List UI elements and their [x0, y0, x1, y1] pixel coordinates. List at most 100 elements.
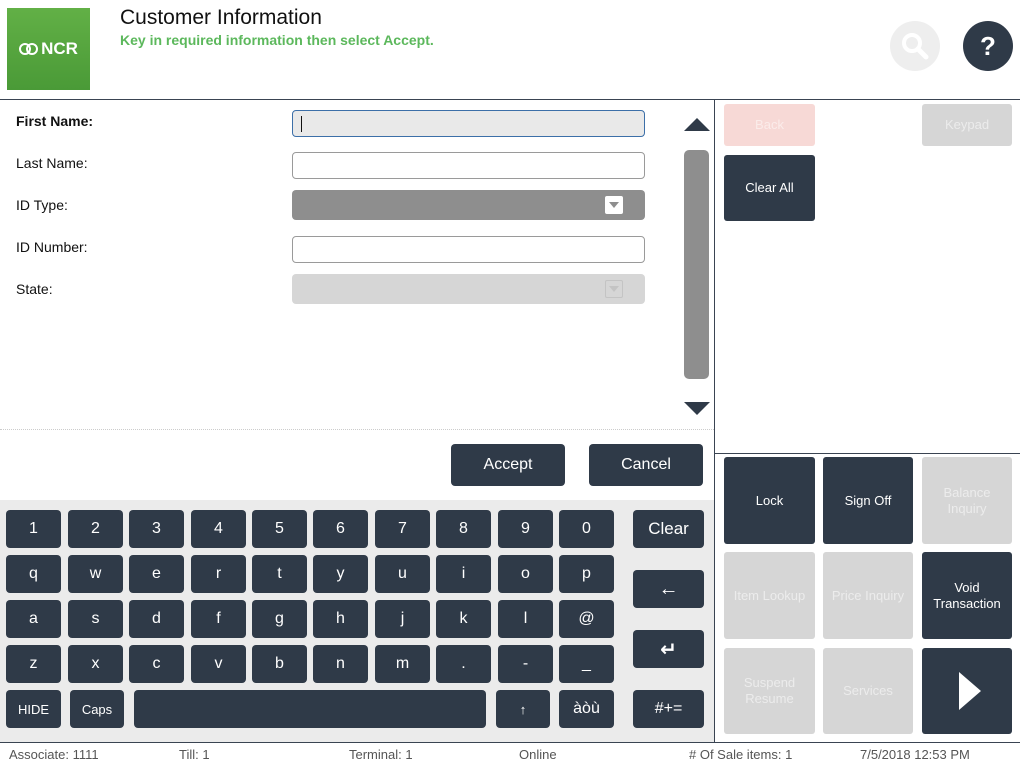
clear-all-button[interactable]: Clear All: [724, 155, 815, 221]
key-4-row-4[interactable]: v: [191, 645, 246, 683]
key-6-row-2[interactable]: y: [313, 555, 368, 593]
cancel-button[interactable]: Cancel: [589, 444, 703, 486]
void-transaction-button[interactable]: Void Transaction: [922, 552, 1012, 639]
key-3-row-2[interactable]: e: [129, 555, 184, 593]
key-symbols[interactable]: #+=: [633, 690, 704, 728]
key-2-row-1[interactable]: 2: [68, 510, 123, 548]
text-caret: [301, 116, 302, 132]
dropdown-arrow-icon: [605, 280, 623, 298]
item-lookup-button[interactable]: Item Lookup: [724, 552, 815, 639]
key-8-row-3[interactable]: k: [436, 600, 491, 638]
id-number-input[interactable]: [292, 236, 645, 263]
key-hide[interactable]: HIDE: [6, 690, 61, 728]
terminal-status: Terminal: 1: [349, 747, 413, 762]
key-10-row-1[interactable]: 0: [559, 510, 614, 548]
first-name-label: First Name:: [16, 113, 94, 129]
backspace-icon[interactable]: ←: [633, 570, 704, 608]
key-5-row-4[interactable]: b: [252, 645, 307, 683]
last-name-input[interactable]: [292, 152, 645, 179]
scroll-up-arrow-icon[interactable]: [684, 118, 710, 131]
balance-inquiry-button[interactable]: Balance Inquiry: [922, 457, 1012, 544]
on-screen-keyboard: 1 2 3 4 5 6 7 8 9 0 q w e r t y u i o p a s d f g h j k l @ z x c v b n m. - _…: [0, 500, 714, 742]
back-button[interactable]: Back: [724, 104, 815, 146]
key-6-row-4[interactable]: n: [313, 645, 368, 683]
key-8-row-2[interactable]: i: [436, 555, 491, 593]
sign-off-button[interactable]: Sign Off: [823, 457, 913, 544]
key-7-row-1[interactable]: 7: [375, 510, 430, 548]
key-9-row-1[interactable]: 9: [498, 510, 553, 548]
key-3-row-1[interactable]: 3: [129, 510, 184, 548]
page-title: Customer Information: [120, 6, 322, 29]
logo-text: NCR: [41, 39, 78, 58]
key-10-row-4[interactable]: _: [559, 645, 614, 683]
key-7-row-4[interactable]: m: [375, 645, 430, 683]
key-1-row-4[interactable]: z: [6, 645, 61, 683]
key-9-row-2[interactable]: o: [498, 555, 553, 593]
next-page-button[interactable]: [922, 648, 1012, 734]
key-clear[interactable]: Clear: [633, 510, 704, 548]
enter-icon[interactable]: ↵: [633, 630, 704, 668]
key-9-row-3[interactable]: l: [498, 600, 553, 638]
panel-separator: [714, 100, 715, 742]
help-icon: ?: [980, 30, 996, 61]
key-2-row-2[interactable]: w: [68, 555, 123, 593]
connection-status: Online: [519, 747, 557, 762]
key-8-row-1[interactable]: 8: [436, 510, 491, 548]
key-9-row-4[interactable]: -: [498, 645, 553, 683]
key-1-row-2[interactable]: q: [6, 555, 61, 593]
key-1-row-3[interactable]: a: [6, 600, 61, 638]
lock-button[interactable]: Lock: [724, 457, 815, 544]
accept-button[interactable]: Accept: [451, 444, 565, 486]
dropdown-arrow-icon: [605, 196, 623, 214]
first-name-input[interactable]: [292, 110, 645, 137]
key-10-row-2[interactable]: p: [559, 555, 614, 593]
key-1-row-1[interactable]: 1: [6, 510, 61, 548]
key-2-row-4[interactable]: x: [68, 645, 123, 683]
keypad-button[interactable]: Keypad: [922, 104, 1012, 146]
state-label: State:: [16, 281, 53, 297]
associate-status: Associate: 1111: [9, 747, 99, 762]
ncr-logo: NCR: [7, 8, 90, 90]
last-name-label: Last Name:: [16, 155, 88, 171]
search-icon: [902, 33, 929, 60]
key-4-row-3[interactable]: f: [191, 600, 246, 638]
id-type-label: ID Type:: [16, 197, 68, 213]
search-button[interactable]: [890, 21, 940, 71]
scrollbar[interactable]: [684, 150, 709, 379]
status-bar: Associate: 1111 Till: 1 Terminal: 1 Onli…: [0, 742, 1020, 765]
id-type-select[interactable]: [292, 190, 645, 220]
scroll-down-arrow-icon[interactable]: [684, 402, 710, 415]
shift-up-icon[interactable]: ↑: [496, 690, 550, 728]
play-arrow-icon: [959, 672, 981, 710]
key-5-row-1[interactable]: 5: [252, 510, 307, 548]
price-inquiry-button[interactable]: Price Inquiry: [823, 552, 913, 639]
services-button[interactable]: Services: [823, 648, 913, 734]
key-7-row-2[interactable]: u: [375, 555, 430, 593]
key-4-row-1[interactable]: 4: [191, 510, 246, 548]
state-select[interactable]: [292, 274, 645, 304]
help-button[interactable]: ?: [963, 21, 1013, 71]
key-accents[interactable]: àòù: [559, 690, 614, 728]
date-time: 7/5/2018 12:53 PM: [860, 747, 970, 762]
page-subtitle: Key in required information then select …: [120, 32, 434, 48]
form-divider: [0, 429, 714, 430]
header: NCR Customer Information Key in required…: [0, 0, 1020, 100]
sale-items-count: # Of Sale items: 1: [689, 747, 793, 762]
ncr-logo-icon: [19, 43, 39, 55]
key-8-row-4[interactable]: .: [436, 645, 491, 683]
key-3-row-3[interactable]: d: [129, 600, 184, 638]
right-panel-divider: [715, 453, 1020, 454]
key-6-row-3[interactable]: h: [313, 600, 368, 638]
key-2-row-3[interactable]: s: [68, 600, 123, 638]
key-caps[interactable]: Caps: [70, 690, 124, 728]
suspend-resume-button[interactable]: Suspend Resume: [724, 648, 815, 734]
key-5-row-3[interactable]: g: [252, 600, 307, 638]
key-4-row-2[interactable]: r: [191, 555, 246, 593]
key-10-row-3[interactable]: @: [559, 600, 614, 638]
key-space[interactable]: [134, 690, 486, 728]
key-3-row-4[interactable]: c: [129, 645, 184, 683]
key-5-row-2[interactable]: t: [252, 555, 307, 593]
till-status: Till: 1: [179, 747, 210, 762]
key-7-row-3[interactable]: j: [375, 600, 430, 638]
key-6-row-1[interactable]: 6: [313, 510, 368, 548]
